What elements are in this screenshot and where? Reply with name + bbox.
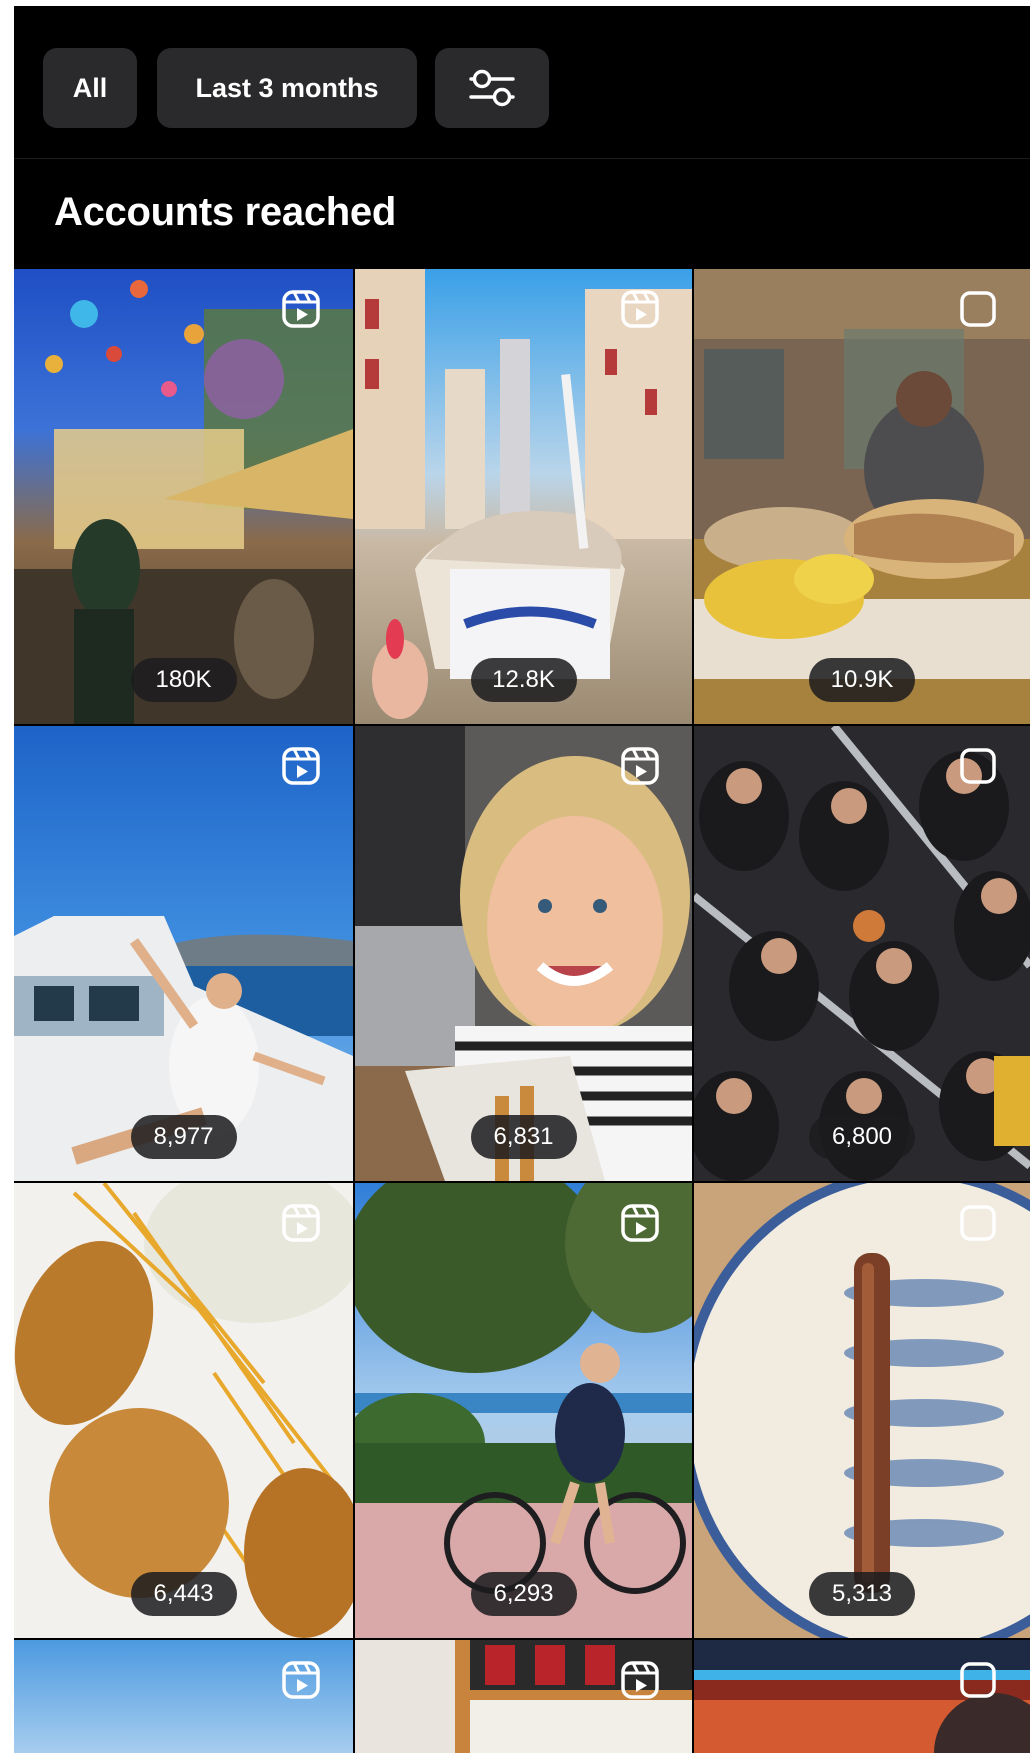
post-icon xyxy=(960,1662,996,1698)
post-tile[interactable]: 6,293 xyxy=(355,1183,692,1638)
post-thumbnail xyxy=(694,1183,1030,1638)
sliders-icon xyxy=(469,69,515,107)
insights-screen: All Last 3 months Accounts reached 180K … xyxy=(14,6,1030,1753)
post-thumbnail xyxy=(14,1183,353,1638)
reach-count-badge: 12.8K xyxy=(470,658,577,702)
period-filter-label: Last 3 months xyxy=(195,72,379,103)
post-tile[interactable] xyxy=(694,1640,1030,1753)
post-icon xyxy=(960,1205,996,1241)
reach-count-badge: 6,443 xyxy=(130,1572,237,1616)
reach-count-badge: 10.9K xyxy=(809,658,915,702)
reach-count-badge: 6,800 xyxy=(809,1115,915,1159)
reel-icon xyxy=(621,1204,659,1242)
filter-options-button[interactable] xyxy=(435,48,549,128)
reach-count-badge: 8,977 xyxy=(130,1115,237,1159)
post-tile[interactable]: 6,800 xyxy=(694,726,1030,1181)
reel-icon xyxy=(621,1661,659,1699)
post-thumbnail xyxy=(14,269,353,724)
reel-icon xyxy=(282,747,320,785)
post-thumbnail xyxy=(14,726,353,1181)
post-thumbnail xyxy=(694,269,1030,724)
post-tile[interactable] xyxy=(355,1640,692,1753)
post-thumbnail xyxy=(694,726,1030,1181)
post-tile[interactable]: 6,443 xyxy=(14,1183,353,1638)
post-tile[interactable] xyxy=(14,1640,353,1753)
post-tile[interactable]: 5,313 xyxy=(694,1183,1030,1638)
filter-toolbar: All Last 3 months xyxy=(14,6,1030,159)
filter-all-label: All xyxy=(72,72,108,103)
filter-all-chip[interactable]: All xyxy=(43,48,137,128)
reel-icon xyxy=(282,1204,320,1242)
post-tile[interactable]: 10.9K xyxy=(694,269,1030,724)
reach-count-badge: 6,293 xyxy=(470,1572,577,1616)
post-thumbnail xyxy=(355,269,692,724)
reel-icon xyxy=(621,290,659,328)
post-tile[interactable]: 12.8K xyxy=(355,269,692,724)
post-tile[interactable]: 8,977 xyxy=(14,726,353,1181)
reel-icon xyxy=(282,290,320,328)
section-title: Accounts reached xyxy=(54,190,396,234)
reel-icon xyxy=(621,747,659,785)
post-icon xyxy=(960,291,996,327)
post-tile[interactable]: 6,831 xyxy=(355,726,692,1181)
period-filter-chip[interactable]: Last 3 months xyxy=(157,48,417,128)
post-tile[interactable]: 180K xyxy=(14,269,353,724)
reach-count-badge: 180K xyxy=(130,658,237,702)
reach-count-badge: 5,313 xyxy=(809,1572,915,1616)
reel-icon xyxy=(282,1661,320,1699)
post-thumbnail xyxy=(355,1183,692,1638)
post-thumbnail xyxy=(355,726,692,1181)
reach-count-badge: 6,831 xyxy=(470,1115,577,1159)
post-icon xyxy=(960,748,996,784)
